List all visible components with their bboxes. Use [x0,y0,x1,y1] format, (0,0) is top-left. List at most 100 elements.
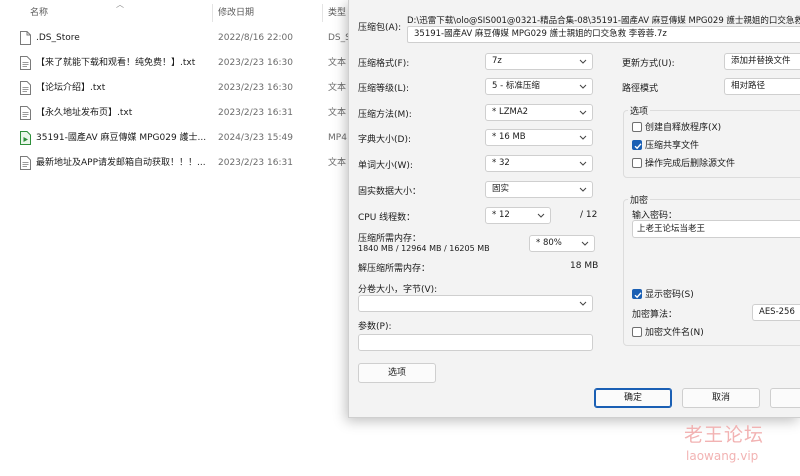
file-type: 文本 [328,58,347,68]
split-label: 分卷大小，字节(V): [358,285,438,295]
word-value: * 32 [492,158,510,168]
file-name: .DS_Store [36,33,80,43]
dict-label: 字典大小(D): [358,135,411,145]
column-divider[interactable] [212,4,213,22]
format-label: 压缩格式(F): [358,59,410,69]
chevron-down-icon [579,135,587,140]
file-name: 【论坛介绍】.txt [36,83,106,93]
checkbox-unchecked-icon [632,158,642,168]
password-input[interactable]: 上老王论坛当老王 [632,220,800,238]
archive-label: 压缩包(A): [358,23,402,33]
method-value: * LZMA2 [492,107,529,117]
help-button[interactable] [770,388,800,408]
chevron-down-icon [579,187,587,192]
file-name: 【永久地址发布页】.txt [36,108,133,118]
format-select[interactable]: 7z [485,53,593,70]
path-mode-value: 相对路径 [731,81,766,91]
threads-max: / 12 [580,210,598,220]
update-mode-select[interactable]: 添加并替换文件 [724,53,800,70]
sfx-checkbox[interactable]: 创建自释放程序(X) [632,122,721,134]
options-button[interactable]: 选项 [358,363,436,383]
chevron-down-icon [537,213,545,218]
update-mode-value: 添加并替换文件 [731,56,791,66]
threads-value: * 12 [492,210,510,220]
decomp-mem-value: 18 MB [570,261,599,271]
split-size-select[interactable] [358,295,593,312]
watermark-en: laowang.vip [686,449,759,463]
encryption-group-title: 加密 [628,193,651,206]
text-file-icon [20,156,31,170]
cancel-button[interactable]: 取消 [682,388,760,408]
threads-label: CPU 线程数： [358,213,416,223]
checkbox-unchecked-icon [632,122,642,132]
archive-name-input[interactable]: 35191-國產AV 麻豆傳媒 MPG029 護士親姐的口交急救 李蓉蓉.7z [407,26,800,43]
file-name: 【来了就能下载和观看！纯免费！】.txt [36,58,196,68]
file-modified: 2023/2/23 16:30 [218,58,293,68]
column-divider[interactable] [322,4,323,22]
chevron-down-icon [581,241,589,246]
checkbox-unchecked-icon [632,327,642,337]
solid-select[interactable]: 固实 [485,181,593,198]
dict-value: * 16 MB [492,132,526,142]
level-label: 压缩等级(L): [358,84,410,94]
solid-value: 固实 [492,184,510,194]
encryption-method-select[interactable]: AES-256 [752,304,800,321]
delete-after-checkbox-label: 操作完成后删除源文件 [645,159,736,169]
dict-select[interactable]: * 16 MB [485,129,593,146]
method-select[interactable]: * LZMA2 [485,104,593,121]
text-file-icon [20,56,31,70]
text-file-icon [20,81,31,95]
delete-after-checkbox[interactable]: 操作完成后删除源文件 [632,158,735,170]
encryption-method-value: AES-256 [759,307,795,317]
word-label: 单词大小(W): [358,161,413,171]
file-modified: 2022/8/16 22:00 [218,33,293,43]
sort-ascending-icon: ︿ [116,0,124,9]
level-value: 5 - 标准压缩 [492,81,540,91]
ok-button[interactable]: 确定 [594,388,672,408]
level-select[interactable]: 5 - 标准压缩 [485,78,593,95]
shared-files-checkbox-label: 压缩共享文件 [645,141,700,151]
mem-label: 压缩所需内存： [358,234,422,244]
sfx-checkbox-label: 创建自释放程序(X) [645,123,722,133]
file-name: 35191-國產AV 麻豆傳媒 MPG029 護士... [36,133,207,143]
column-header-type[interactable]: 类型 [328,0,346,26]
solid-label: 固实数据大小： [358,187,422,197]
chevron-down-icon [579,84,587,89]
options-group-title: 选项 [628,104,651,117]
checkbox-checked-icon [632,140,642,150]
mem-usage-select[interactable]: * 80% [529,235,595,252]
path-mode-select[interactable]: 相对路径 [724,78,800,95]
encryption-method-label: 加密算法： [632,310,678,320]
password-value: 上老王论坛当老王 [637,224,706,234]
archive-folder-path: D:\迅雷下载\olo@SIS001@0321-精品合集-08\35191-國產… [407,16,800,26]
chevron-down-icon [579,110,587,115]
file-name: 最新地址及APP请发邮箱自动获取！！！... [36,158,206,168]
format-value: 7z [492,56,502,66]
word-select[interactable]: * 32 [485,155,593,172]
chevron-down-icon [579,59,587,64]
add-to-archive-dialog: 压缩包(A): D:\迅雷下载\olo@SIS001@0321-精品合集-08\… [348,0,800,418]
file-modified: 2023/2/23 16:31 [218,158,293,168]
column-header-name[interactable]: 名称 [30,0,48,26]
watermark-cn: 老王论坛 [684,424,765,446]
threads-select[interactable]: * 12 [485,207,551,224]
video-file-icon [20,131,31,145]
mem-usage-value: * 80% [536,238,562,248]
file-type: 文本 [328,158,347,168]
chevron-down-icon [579,161,587,166]
show-password-checkbox-label: 显示密码(S) [645,290,694,300]
file-type: MP4 [328,133,347,143]
column-header-modified[interactable]: 修改日期 [218,0,254,26]
file-modified: 2023/2/23 16:31 [218,108,293,118]
show-password-checkbox[interactable]: 显示密码(S) [632,289,694,301]
encrypt-names-checkbox-label: 加密文件名(N) [645,328,704,338]
shared-files-checkbox[interactable]: 压缩共享文件 [632,140,699,152]
file-type: 文本 [328,83,347,93]
path-mode-label: 路徑模式 [622,84,659,94]
checkbox-checked-icon [632,289,642,299]
encrypt-names-checkbox[interactable]: 加密文件名(N) [632,327,704,339]
params-input[interactable] [358,334,593,351]
update-mode-label: 更新方式(U): [622,59,675,69]
chevron-down-icon [579,301,587,306]
mem-detail: 1840 MB / 12964 MB / 16205 MB [358,244,490,253]
